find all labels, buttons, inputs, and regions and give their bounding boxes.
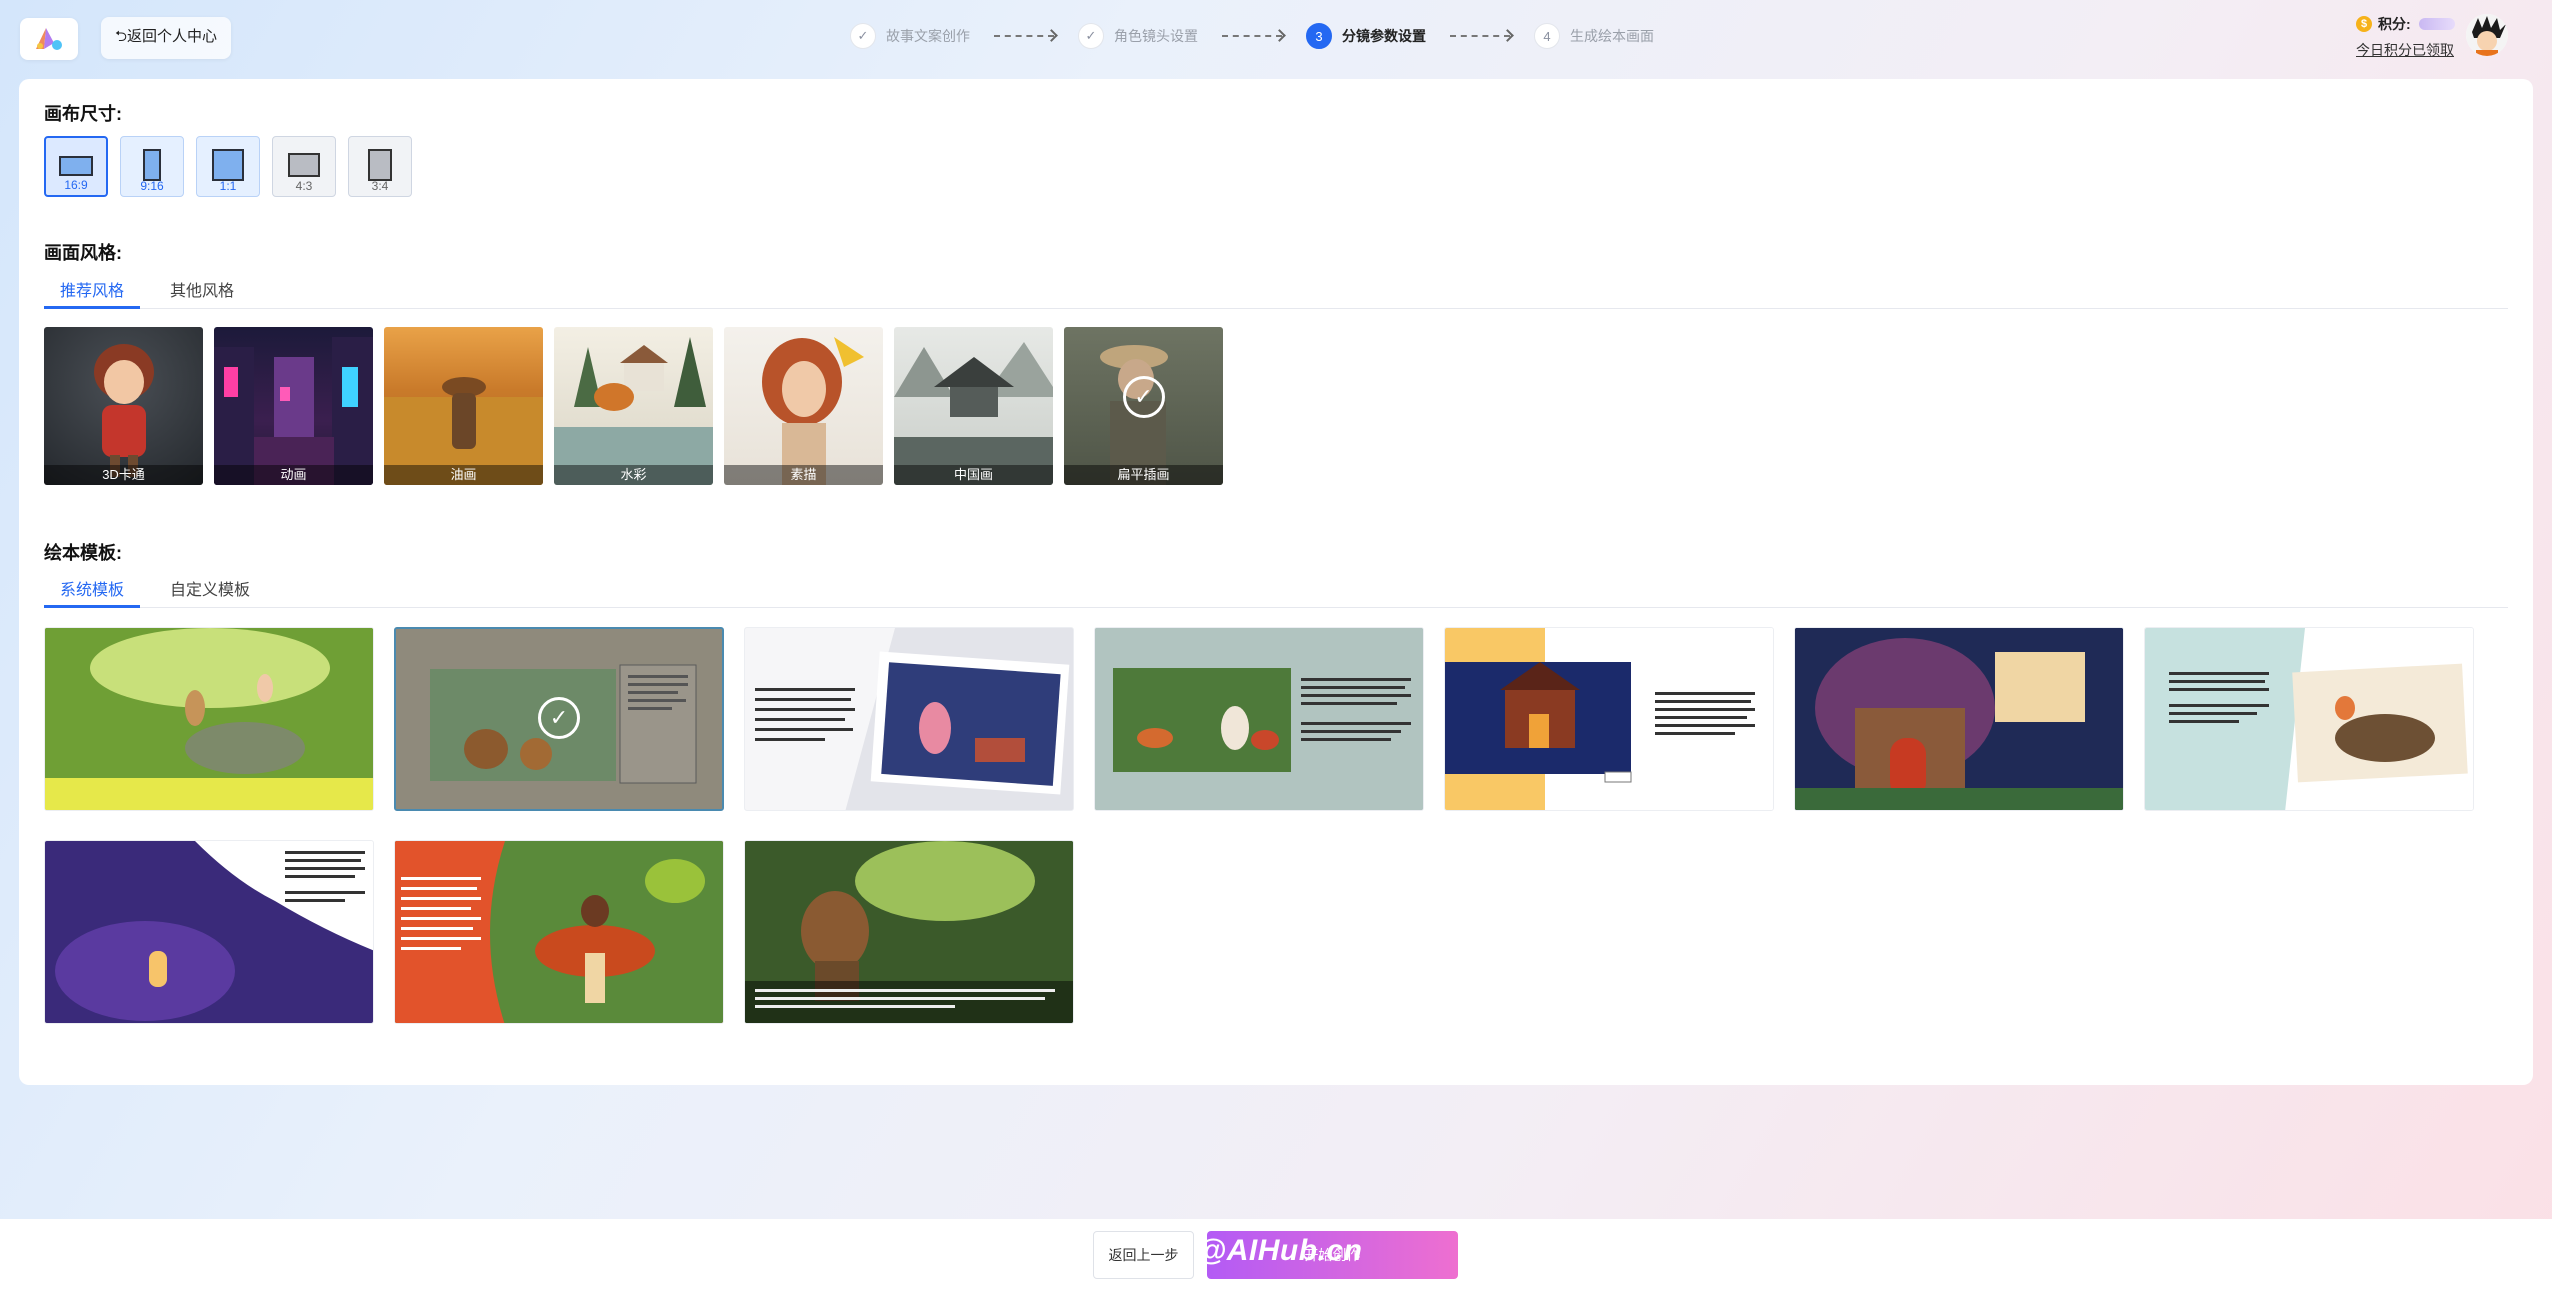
ratio-label: 1:1	[219, 179, 237, 193]
template-tabs: 系统模板 自定义模板	[44, 576, 2508, 608]
style-label: 3D卡通	[44, 465, 203, 485]
style-card-chinese-painting[interactable]: 中国画	[894, 327, 1053, 485]
daily-points-link[interactable]: 今日积分已领取	[2356, 40, 2455, 60]
ratio-label: 16:9	[64, 178, 88, 192]
ratio-16-9-option[interactable]: 16:9	[44, 136, 108, 197]
app-logo[interactable]	[20, 18, 78, 60]
style-card-anime[interactable]: 动画	[214, 327, 373, 485]
style-card-flat-illustration[interactable]: ✓ 扁平插画	[1064, 327, 1223, 485]
template-card-2[interactable]: ✓	[394, 627, 724, 811]
ratio-1-1-option[interactable]: 1:1	[196, 136, 260, 197]
template-thumbnail	[1795, 628, 2123, 810]
template-card-8[interactable]	[44, 840, 374, 1024]
step-arrow-icon	[994, 35, 1054, 37]
tab-custom-template[interactable]: 自定义模板	[154, 576, 266, 608]
step-2-label: 角色镜头设置	[1114, 28, 1198, 44]
step-2-check-icon: ✓	[1078, 23, 1104, 49]
square-frame-icon	[212, 149, 244, 181]
template-thumbnail	[1445, 628, 1773, 810]
style-thumbnail-3d-cartoon	[94, 344, 154, 477]
template-title: 绘本模板:	[44, 543, 122, 563]
ratio-9-16-option[interactable]: 9:16	[120, 136, 184, 197]
coin-icon: $	[2356, 16, 2372, 32]
template-card-9[interactable]	[394, 840, 724, 1024]
progress-steps: ✓ 故事文案创作 ✓ 角色镜头设置 3 分镜参数设置 4 生成绘本画面	[850, 22, 1654, 50]
step-arrow-icon	[1222, 35, 1282, 37]
ratio-label: 9:16	[140, 179, 164, 193]
template-card-5[interactable]	[1444, 627, 1774, 811]
style-card-3d-cartoon[interactable]: 3D卡通	[44, 327, 203, 485]
style-label: 素描	[724, 465, 883, 485]
template-thumbnail	[45, 841, 373, 1023]
step-3: 3 分镜参数设置	[1306, 23, 1426, 49]
back-to-profile-button[interactable]: ⮌返回个人中心	[101, 17, 231, 59]
template-thumbnail	[45, 628, 373, 810]
template-card-4[interactable]	[1094, 627, 1424, 811]
template-card-3[interactable]	[744, 627, 1074, 811]
step-4-number: 4	[1534, 23, 1560, 49]
landscape-frame-icon	[59, 156, 93, 176]
portrait-frame-icon	[143, 149, 161, 181]
style-thumbnail-oil-painting	[384, 377, 543, 485]
ratio-4-3-option[interactable]: 4:3	[272, 136, 336, 197]
style-label: 水彩	[554, 465, 713, 485]
canvas-size-title: 画布尺寸:	[44, 104, 122, 124]
style-label: 扁平插画	[1064, 465, 1223, 485]
template-card-7[interactable]	[2144, 627, 2474, 811]
step-4-label: 生成绘本画面	[1570, 28, 1654, 44]
style-thumbnail-anime	[214, 337, 373, 485]
step-arrow-icon	[1450, 35, 1510, 37]
style-card-oil-painting[interactable]: 油画	[384, 327, 543, 485]
tab-system-template[interactable]: 系统模板	[44, 576, 141, 608]
style-title: 画面风格:	[44, 243, 122, 263]
selected-check-icon: ✓	[538, 697, 580, 739]
step-1-label: 故事文案创作	[886, 28, 970, 44]
tab-other-style[interactable]: 其他风格	[154, 277, 250, 309]
ratio-label: 3:4	[371, 179, 389, 193]
logo-icon	[36, 28, 62, 50]
step-4: 4 生成绘本画面	[1534, 23, 1654, 49]
style-card-watercolor[interactable]: 水彩	[554, 327, 713, 485]
template-thumbnail	[745, 841, 1073, 1023]
step-1: ✓ 故事文案创作	[850, 23, 970, 49]
style-label: 中国画	[894, 465, 1053, 485]
ratio-3-4-option[interactable]: 3:4	[348, 136, 412, 197]
style-tabs: 推荐风格 其他风格	[44, 277, 2508, 309]
template-thumbnail	[2145, 628, 2473, 810]
template-card-10[interactable]	[744, 840, 1074, 1024]
style-thumbnail-sketch	[762, 337, 864, 485]
landscape-frame-icon	[288, 153, 320, 177]
template-thumbnail	[1095, 628, 1423, 810]
style-card-sketch[interactable]: 素描	[724, 327, 883, 485]
user-avatar[interactable]	[2466, 14, 2508, 56]
template-thumbnail	[745, 628, 1073, 810]
points-widget: $ 积分: 今日积分已领取	[2356, 14, 2455, 60]
ratio-label: 4:3	[295, 179, 313, 193]
style-label: 动画	[214, 465, 373, 485]
avatar-image	[2466, 14, 2508, 56]
tab-recommended-style[interactable]: 推荐风格	[44, 277, 141, 309]
template-thumbnail	[395, 841, 723, 1023]
points-label: 积分:	[2378, 16, 2411, 32]
template-card-6[interactable]	[1794, 627, 2124, 811]
template-card-1[interactable]	[44, 627, 374, 811]
previous-step-button[interactable]: 返回上一步	[1093, 1231, 1194, 1279]
style-thumbnail-watercolor	[554, 337, 713, 485]
selected-check-icon: ✓	[1122, 376, 1165, 418]
portrait-frame-icon	[368, 149, 392, 181]
step-2: ✓ 角色镜头设置	[1078, 23, 1198, 49]
points-value-blurred	[2418, 18, 2455, 30]
step-1-check-icon: ✓	[850, 23, 876, 49]
step-3-label: 分镜参数设置	[1342, 28, 1426, 44]
style-thumbnail-chinese-painting	[894, 342, 1053, 485]
watermark: @AIHub.cn	[1197, 1234, 1363, 1267]
step-3-number: 3	[1306, 23, 1332, 49]
style-label: 油画	[384, 465, 543, 485]
